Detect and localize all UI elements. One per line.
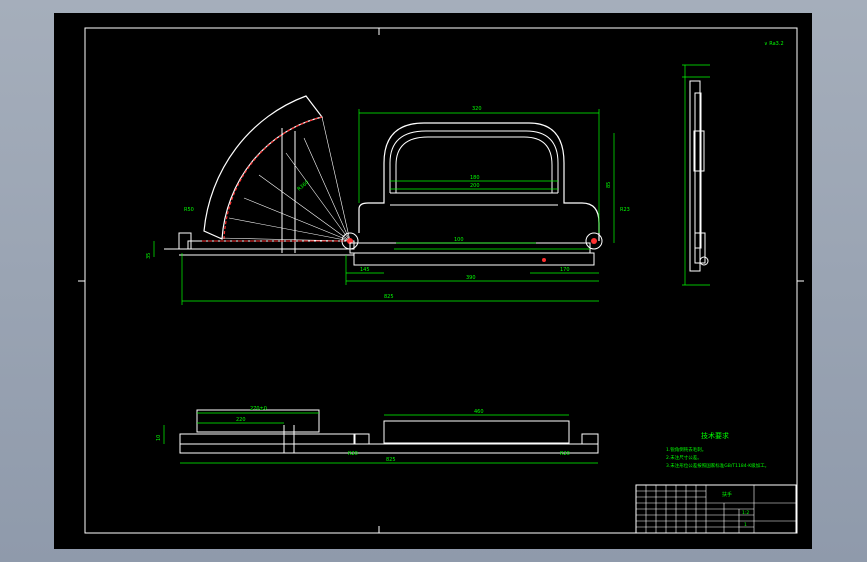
dim-handle-inner2: 200 bbox=[470, 183, 480, 189]
tech-requirement-1: 1.锐角倒钝去毛刺。 bbox=[666, 446, 706, 453]
dim-span-right: 390 bbox=[466, 275, 476, 281]
tech-requirement-2: 2.未注尺寸公差。 bbox=[666, 454, 702, 461]
armrest-arc bbox=[203, 95, 324, 240]
middle-rail bbox=[349, 242, 591, 254]
arc-hidden-line bbox=[223, 116, 323, 240]
dim-height: 35 bbox=[146, 253, 152, 259]
end-view-dimensions bbox=[682, 64, 710, 286]
radial-dimensions bbox=[218, 116, 351, 242]
tech-requirements-title: 技术要求 bbox=[701, 431, 729, 440]
handle-outer bbox=[358, 122, 600, 241]
title-block-part-name: 扶手 bbox=[722, 491, 732, 498]
dim-overall-length: 825 bbox=[384, 294, 394, 300]
side-view: 320 180 200 825 390 145 170 100 85 35 R5… bbox=[146, 95, 630, 305]
end-view: ∨ Ra3.2 bbox=[682, 41, 784, 286]
title-block: 扶手 1:2 1 bbox=[635, 484, 797, 534]
dim-hinge-radius: R23 bbox=[620, 207, 630, 213]
dim-arc-large: R360 bbox=[296, 180, 310, 193]
dim-bottom-slot-left: R20 bbox=[348, 451, 358, 457]
dim-base-segment: 100 bbox=[454, 237, 464, 243]
cad-viewport[interactable]: 320 180 200 825 390 145 170 100 85 35 R5… bbox=[0, 0, 867, 562]
dim-right-segment: 170 bbox=[560, 267, 570, 273]
dim-handle-inner: 180 bbox=[470, 175, 480, 181]
bottom-view: 270±0 220 460 825 R20 R20 10 bbox=[156, 406, 599, 464]
dim-handle-height: 85 bbox=[606, 182, 612, 188]
dim-bottom-segment-left-inner: 220 bbox=[236, 417, 246, 423]
dim-left-segment: 145 bbox=[360, 267, 370, 273]
dim-arc-small: R50 bbox=[184, 207, 194, 213]
tech-requirements: 技术要求 1.锐角倒钝去毛刺。 2.未注尺寸公差。 3.未注形位公差按照国家标准… bbox=[666, 431, 769, 469]
dim-handle-width: 320 bbox=[472, 106, 482, 112]
title-block-scale: 1:2 bbox=[742, 510, 749, 516]
dim-bottom-slot-right: R20 bbox=[560, 451, 570, 457]
dim-bottom-segment-right: 460 bbox=[474, 409, 484, 415]
dim-bottom-height: 10 bbox=[156, 435, 162, 441]
drawing-sheet: 320 180 200 825 390 145 170 100 85 35 R5… bbox=[54, 13, 812, 549]
title-block-sheet: 1 bbox=[744, 522, 747, 528]
cad-drawing: 320 180 200 825 390 145 170 100 85 35 R5… bbox=[78, 27, 804, 534]
roughness-symbol: ∨ Ra3.2 bbox=[764, 41, 784, 47]
dim-bottom-overall: 825 bbox=[386, 457, 396, 463]
tech-requirement-3: 3.未注形位公差按照国家标准GB/T1184-K级加工。 bbox=[666, 462, 769, 469]
dimension-lines bbox=[153, 109, 615, 305]
dim-bottom-segment-left: 270±0 bbox=[250, 406, 267, 412]
